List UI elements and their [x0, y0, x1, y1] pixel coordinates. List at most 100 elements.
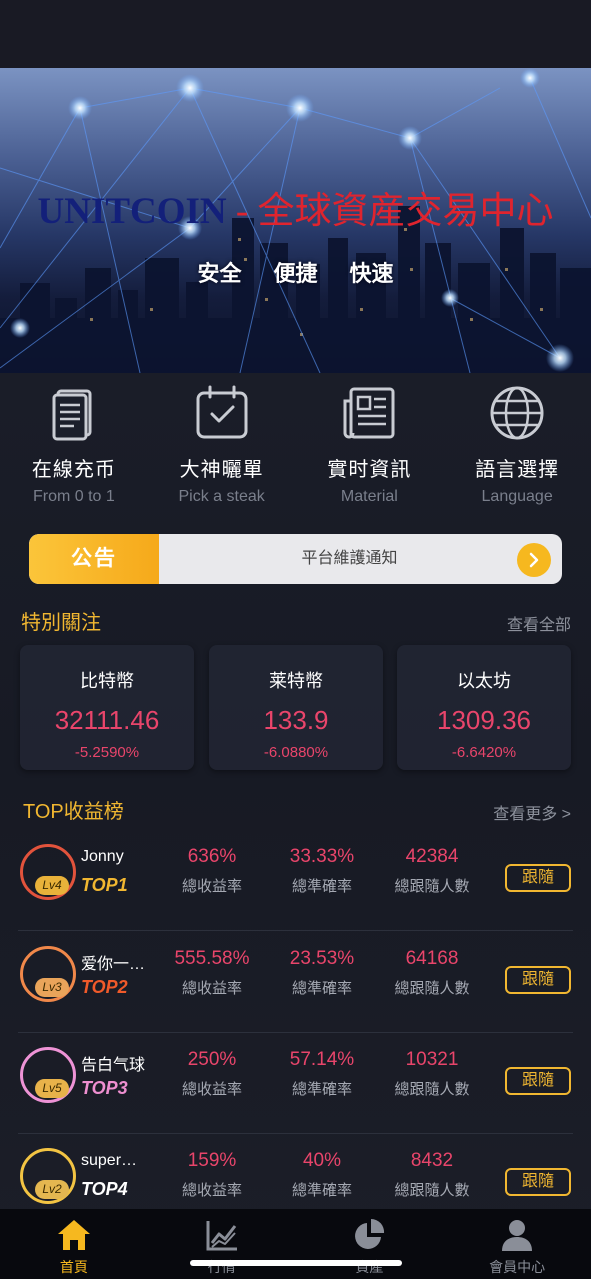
coin-change: -6.6420%	[451, 744, 517, 761]
followers-label: 總跟隨人數	[394, 1182, 470, 1199]
followers-label: 總跟隨人數	[394, 1081, 470, 1098]
coin-name: 莱特幣	[269, 671, 323, 691]
row-divider	[18, 1032, 573, 1033]
feature-language[interactable]: 語言選擇 Language	[443, 383, 591, 513]
announcement-bar[interactable]: 公告 平台維護通知	[29, 534, 562, 584]
tag-fast: 快速	[349, 261, 394, 286]
banner-slogan: 全球資産交易中心	[257, 191, 554, 232]
accuracy-stat: 40% 總準確率	[267, 1150, 377, 1200]
leaderboard-row[interactable]: Lv3 爱你一… TOP2 555.58% 總收益率 23.53% 總準確率 641…	[18, 944, 573, 1024]
profit-value: 555.58%	[174, 948, 250, 969]
tab-label: 首頁	[59, 1259, 88, 1275]
accuracy-label: 總準確率	[291, 980, 352, 997]
title-separator: -	[226, 191, 258, 232]
accuracy-value: 40%	[302, 1150, 342, 1171]
coin-card-eth[interactable]: 以太坊 1309.36 -6.6420%	[397, 645, 571, 770]
globe-icon	[490, 386, 544, 440]
coin-card-btc[interactable]: 比特幣 32111.46 -5.2590%	[20, 645, 194, 770]
home-indicator	[190, 1260, 402, 1266]
coin-change: -5.2590%	[74, 744, 140, 761]
bottom-tab-bar: 首頁 行情 資產 會員中心	[0, 1209, 591, 1279]
chevron-right-icon[interactable]	[517, 543, 551, 577]
coin-card-ltc[interactable]: 莱特幣 133.9 -6.0880%	[209, 645, 383, 770]
profit-value: 250%	[187, 1049, 237, 1070]
leaderboard-title: TOP收益榜	[23, 801, 124, 823]
accuracy-stat: 33.33% 總準確率	[267, 846, 377, 896]
tab-member-center[interactable]: 會員中心	[443, 1209, 591, 1279]
coin-change: -6.0880%	[263, 744, 329, 761]
feature-label: 在線充币	[31, 459, 116, 481]
newspaper-icon	[343, 387, 395, 439]
home-icon	[57, 1220, 90, 1250]
level-badge: Lv2	[35, 1180, 69, 1199]
level-badge: Lv5	[35, 1079, 69, 1098]
profit-stat: 636% 總收益率	[157, 846, 267, 896]
rank-label: TOP4	[81, 1179, 128, 1199]
followers-stat: 8432 總跟隨人數	[377, 1150, 487, 1200]
followers-value: 64168	[405, 948, 459, 969]
tab-label: 會員中心	[489, 1259, 546, 1275]
hero-banner[interactable]: UNITCOIN - 全球資産交易中心 安全 便捷 快速	[0, 68, 591, 373]
followers-value: 10321	[405, 1049, 459, 1070]
watchlist-title: 特別關注	[21, 612, 101, 634]
rank-label: TOP1	[81, 875, 128, 895]
accuracy-label: 總準確率	[291, 1182, 352, 1199]
profit-value: 159%	[187, 1150, 237, 1171]
status-bar	[0, 0, 591, 68]
accuracy-value: 23.53%	[289, 948, 355, 969]
coin-price: 32111.46	[54, 705, 160, 735]
profit-stat: 555.58% 總收益率	[157, 948, 267, 998]
feature-news[interactable]: 實时資訊 Material	[296, 383, 444, 513]
feature-label: 大神曬單	[179, 459, 264, 481]
chart-icon	[206, 1221, 237, 1251]
tab-home[interactable]: 首頁	[0, 1209, 148, 1279]
row-divider	[18, 930, 573, 931]
follow-button[interactable]: 跟隨	[505, 966, 571, 994]
level-badge: Lv3	[35, 978, 69, 997]
tab-market[interactable]: 行情	[148, 1209, 296, 1279]
brand-name: UNITCOIN	[37, 191, 227, 232]
followers-value: 8432	[410, 1150, 454, 1171]
banner-tags: 安全 便捷 快速	[0, 256, 591, 288]
view-all-link[interactable]: 查看全部	[507, 611, 571, 635]
user-name: super…	[81, 1152, 138, 1169]
tag-safe: 安全	[197, 261, 242, 286]
followers-label: 總跟隨人數	[394, 980, 470, 997]
followers-stat: 42384 總跟隨人數	[377, 846, 487, 896]
follow-button[interactable]: 跟隨	[505, 1168, 571, 1196]
profit-stat: 159% 總收益率	[157, 1150, 267, 1200]
coin-name: 比特幣	[80, 671, 134, 691]
feature-sub: From 0 to 1	[32, 488, 115, 505]
profit-value: 636%	[187, 846, 237, 867]
document-icon	[52, 389, 92, 441]
banner-title: UNITCOIN - 全球資産交易中心	[0, 180, 591, 234]
app-screen: UNITCOIN - 全球資産交易中心 安全 便捷 快速 在線充币 From 0…	[0, 0, 591, 1279]
leaderboard-row[interactable]: Lv5 告白气球 TOP3 250% 總收益率 57.14% 總準確率 10321 總…	[18, 1045, 573, 1125]
feature-expert-posts[interactable]: 大神曬單 Pick a steak	[148, 383, 296, 513]
accuracy-stat: 23.53% 總準確率	[267, 948, 377, 998]
feature-label: 實时資訊	[327, 459, 412, 481]
view-more-link[interactable]: 查看更多 >	[493, 800, 571, 824]
announcement-text[interactable]: 平台維護通知	[187, 534, 512, 584]
user-icon	[502, 1220, 533, 1251]
leaderboard-row[interactable]: Lv4 Jonny TOP1 636% 總收益率 33.33% 總準確率 42384…	[18, 842, 573, 922]
feature-sub: Language	[481, 488, 553, 505]
level-badge: Lv4	[35, 876, 69, 895]
accuracy-value: 57.14%	[289, 1049, 355, 1070]
followers-label: 總跟隨人數	[394, 878, 470, 895]
row-divider	[18, 1133, 573, 1134]
feature-menu: 在線充币 From 0 to 1 大神曬單 Pick a steak 實时資訊 …	[0, 383, 591, 513]
tab-assets[interactable]: 資產	[296, 1209, 444, 1279]
followers-stat: 10321 總跟隨人數	[377, 1049, 487, 1099]
profit-stat: 250% 總收益率	[157, 1049, 267, 1099]
profit-label: 總收益率	[181, 1182, 242, 1199]
accuracy-value: 33.33%	[289, 846, 355, 867]
follow-button[interactable]: 跟隨	[505, 1067, 571, 1095]
coin-name: 以太坊	[457, 671, 511, 691]
feature-online-deposit[interactable]: 在線充币 From 0 to 1	[0, 383, 148, 513]
follow-button[interactable]: 跟隨	[505, 864, 571, 892]
feature-sub: Pick a steak	[178, 488, 265, 505]
accuracy-label: 總準確率	[291, 1081, 352, 1098]
feature-sub: Material	[340, 488, 398, 505]
profit-label: 總收益率	[181, 878, 242, 895]
